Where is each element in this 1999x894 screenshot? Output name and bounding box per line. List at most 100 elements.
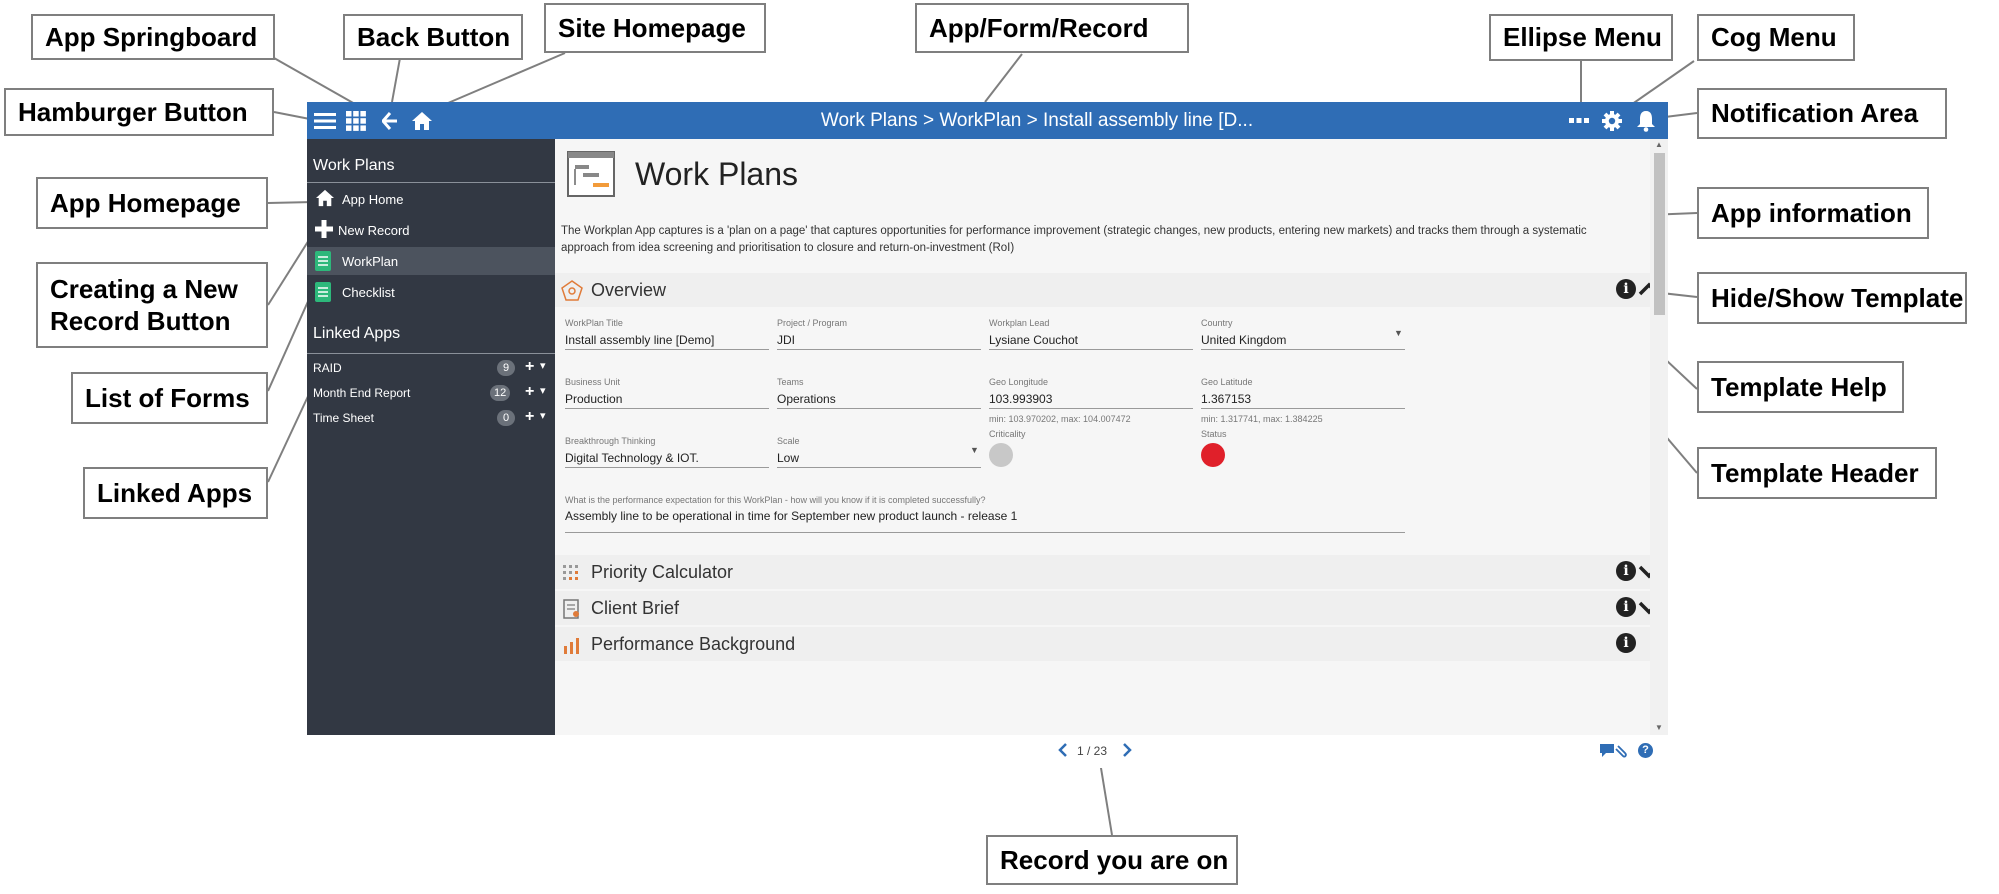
callout-app-homepage: App Homepage	[36, 177, 268, 229]
bell-icon[interactable]	[1634, 102, 1658, 139]
breadcrumb: Work Plans > WorkPlan > Install assembly…	[820, 109, 1254, 131]
geo-latitude-field[interactable]: Geo Latitude 1.367153 min: 1.317741, max…	[1201, 377, 1405, 424]
back-arrow-icon[interactable]	[380, 102, 400, 139]
top-bar: Work Plans > WorkPlan > Install assembly…	[307, 102, 1668, 139]
field-value: United Kingdom	[1201, 330, 1405, 350]
scroll-up-arrow-icon[interactable]: ▲	[1655, 140, 1663, 149]
previous-record-icon[interactable]	[1058, 743, 1068, 762]
linked-app-time-sheet[interactable]: Time Sheet 0 + ▾	[307, 406, 555, 430]
info-icon[interactable]: i	[1616, 633, 1636, 653]
add-linked-record-icon[interactable]: +	[525, 383, 534, 401]
sidebar-item-checklist[interactable]: Checklist	[307, 278, 555, 306]
callout-app-springboard: App Springboard	[31, 14, 275, 60]
callout-record-you-are-on: Record you are on	[986, 835, 1238, 885]
field-value: JDI	[777, 330, 981, 350]
country-select[interactable]: Country United Kingdom	[1201, 318, 1405, 350]
field-label: WorkPlan Title	[565, 318, 623, 328]
criticality-indicator[interactable]	[989, 443, 1013, 467]
sidebar-item-label: Checklist	[342, 284, 395, 300]
section-title: Performance Background	[591, 633, 796, 654]
geo-longitude-field[interactable]: Geo Longitude 103.993903 min: 103.970202…	[989, 377, 1193, 424]
vertical-scrollbar[interactable]: ▲ ▼	[1650, 139, 1668, 735]
business-unit-field[interactable]: Business Unit Production	[565, 377, 769, 409]
count-badge: 0	[497, 410, 515, 426]
field-value: Operations	[777, 389, 981, 409]
field-label: What is the performance expectation for …	[565, 495, 986, 505]
next-record-icon[interactable]	[1122, 743, 1132, 762]
callout-hide-show-template: Hide/Show Template	[1697, 272, 1967, 324]
scrollbar-thumb[interactable]	[1654, 153, 1665, 315]
field-label: Geo Longitude	[989, 377, 1049, 387]
sidebar: Work Plans App Home New Record WorkPlan	[307, 139, 555, 768]
overview-icon	[561, 280, 583, 302]
record-position: 1 / 23	[1077, 744, 1108, 758]
comments-attachment-icon[interactable]	[1598, 742, 1628, 765]
scale-select[interactable]: Scale Low	[777, 436, 981, 468]
field-value: Production	[565, 389, 769, 409]
field-label: Business Unit	[565, 377, 621, 387]
expand-chevron-icon[interactable]: ▾	[540, 359, 546, 372]
criticality-field[interactable]: Criticality	[989, 429, 1193, 441]
section-header-priority-calculator[interactable]: Priority Calculator i	[555, 555, 1660, 589]
home-icon[interactable]	[410, 102, 434, 139]
linked-app-label: Time Sheet	[313, 411, 374, 425]
callout-linked-apps: Linked Apps	[83, 467, 268, 519]
callout-notification-area: Notification Area	[1697, 88, 1947, 139]
performance-expectation-field[interactable]: What is the performance expectation for …	[565, 495, 1405, 533]
section-header-client-brief[interactable]: Client Brief i	[555, 591, 1660, 625]
sidebar-divider	[307, 353, 555, 354]
status-indicator[interactable]	[1201, 443, 1225, 467]
project-program-field[interactable]: Project / Program JDI	[777, 318, 981, 350]
section-title: Client Brief	[591, 597, 680, 618]
field-label: Breakthrough Thinking	[565, 436, 656, 446]
linked-app-raid[interactable]: RAID 9 + ▾	[307, 356, 555, 380]
expand-chevron-icon[interactable]: ▾	[540, 384, 546, 397]
sidebar-item-app-home[interactable]: App Home	[307, 185, 555, 213]
section-header-overview[interactable]: Overview i	[555, 273, 1660, 307]
section-title: Overview	[591, 279, 667, 300]
ellipsis-icon[interactable]	[1568, 102, 1590, 139]
info-icon[interactable]: i	[1616, 561, 1636, 581]
callout-template-help: Template Help	[1697, 361, 1904, 413]
help-icon[interactable]: ?	[1638, 743, 1653, 758]
workplan-title-field[interactable]: WorkPlan Title Install assembly line [De…	[565, 318, 769, 350]
breakthrough-thinking-field[interactable]: Breakthrough Thinking Digital Technology…	[565, 436, 769, 468]
sidebar-item-new-record[interactable]: New Record	[307, 216, 555, 244]
annotated-screenshot: App Springboard Back Button Site Homepag…	[0, 0, 1999, 894]
sidebar-app-name: Work Plans	[313, 157, 395, 174]
field-value: Digital Technology & IOT.	[565, 448, 769, 468]
info-icon[interactable]: i	[1616, 279, 1636, 299]
hamburger-icon[interactable]	[312, 102, 338, 139]
expand-chevron-icon[interactable]: ▾	[540, 409, 546, 422]
field-label: Status	[1201, 429, 1227, 439]
field-label: Project / Program	[777, 318, 848, 328]
sidebar-divider	[307, 182, 555, 183]
callout-site-homepage: Site Homepage	[544, 3, 766, 53]
scroll-down-arrow-icon[interactable]: ▼	[1655, 723, 1663, 732]
linked-app-month-end-report[interactable]: Month End Report 12 + ▾	[307, 381, 555, 405]
field-label: Geo Latitude	[1201, 377, 1253, 387]
field-label: Criticality	[989, 429, 1026, 439]
app-grid-icon[interactable]	[344, 102, 368, 139]
home-icon	[315, 189, 335, 209]
dropdown-caret-icon[interactable]: ▼	[1394, 328, 1403, 338]
field-label: Workplan Lead	[989, 318, 1050, 328]
teams-field[interactable]: Teams Operations	[777, 377, 981, 409]
info-icon[interactable]: i	[1616, 597, 1636, 617]
workplan-lead-field[interactable]: Workplan Lead Lysiane Couchot	[989, 318, 1193, 350]
status-field[interactable]: Status	[1201, 429, 1405, 441]
performance-icon	[561, 634, 583, 656]
gear-icon[interactable]	[1600, 102, 1624, 139]
sidebar-item-label: App Home	[342, 191, 404, 207]
section-header-performance-background[interactable]: Performance Background i	[555, 627, 1650, 661]
linked-app-label: RAID	[313, 361, 342, 375]
sidebar-item-label: New Record	[338, 222, 410, 238]
form-icon	[315, 282, 335, 302]
sidebar-item-workplan[interactable]: WorkPlan	[307, 247, 555, 275]
field-label: Country	[1201, 318, 1233, 328]
field-label: Teams	[777, 377, 804, 387]
add-linked-record-icon[interactable]: +	[525, 408, 534, 426]
add-linked-record-icon[interactable]: +	[525, 358, 534, 376]
dropdown-caret-icon[interactable]: ▼	[970, 445, 979, 455]
callout-template-header: Template Header	[1697, 447, 1937, 499]
